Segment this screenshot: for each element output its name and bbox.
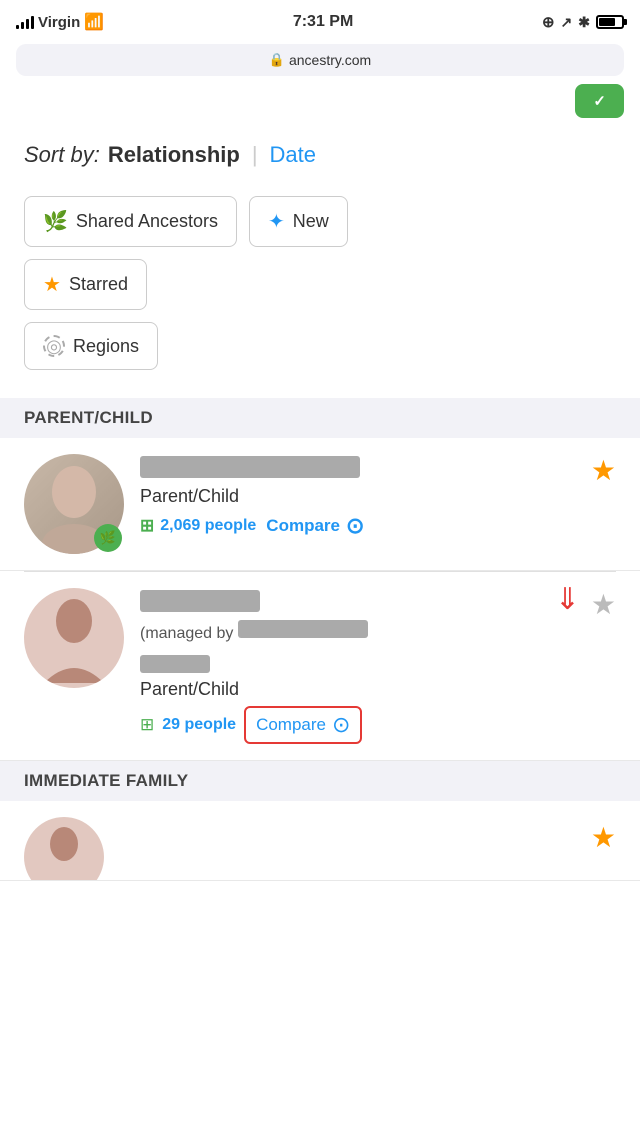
lock-icon: 🔒 <box>269 52 285 68</box>
top-green-button[interactable]: ✓ <box>575 84 624 118</box>
star-area-3: ★ <box>591 821 616 854</box>
sort-divider: | <box>252 142 258 168</box>
shared-icon-2: ⊞ <box>140 715 154 735</box>
people-count-1: 2,069 people <box>160 517 256 535</box>
section-header-immediate-family: IMMEDIATE FAMILY <box>0 761 640 801</box>
top-button-area: ✓ <box>0 84 640 126</box>
star-button-2[interactable]: ★ <box>591 588 616 621</box>
url-text: ancestry.com <box>289 52 371 68</box>
down-arrow-area: ⇓ <box>555 582 580 617</box>
star-button-1[interactable]: ★ <box>591 454 616 487</box>
sort-active[interactable]: Relationship <box>108 142 240 168</box>
leaf-icon: 🌿 <box>43 209 68 234</box>
status-left: Virgin 📶 <box>16 12 104 32</box>
match-name-1-redacted <box>140 456 360 478</box>
signal-bars <box>16 15 34 29</box>
bluetooth-icon: ✱ <box>578 14 590 31</box>
filter-new[interactable]: ✦ New <box>249 196 348 247</box>
manager-name-redacted <box>238 620 368 638</box>
filter-regions-label: Regions <box>73 336 139 357</box>
compare-circle-icon-2: ⊙ <box>332 712 350 738</box>
time-display: 7:31 PM <box>293 13 353 31</box>
managed-by-text: (managed by <box>140 620 616 643</box>
location-icon: ⊕ <box>542 13 555 31</box>
match-relationship-1: Parent/Child <box>140 486 616 507</box>
download-arrow-icon: ⇓ <box>555 583 580 616</box>
status-bar: Virgin 📶 7:31 PM ⊕ ↗ ✱ <box>0 0 640 44</box>
compare-highlight-box: Compare ⊙ <box>244 706 362 744</box>
people-count-2: 29 people <box>162 716 236 734</box>
avatar-2 <box>24 588 124 688</box>
avatar-wrap-2 <box>24 588 124 688</box>
sort-bar: Sort by: Relationship | Date <box>0 126 640 184</box>
match-info-2: (managed by Parent/Child ⊞ 29 people Com… <box>140 588 616 744</box>
wifi-icon: 📶 <box>84 12 104 32</box>
filter-starred[interactable]: ★ Starred <box>24 259 147 310</box>
filter-row-2: ★ Starred <box>24 259 616 310</box>
silhouette-3 <box>37 822 92 881</box>
shared-icon-1: ⊞ <box>140 516 154 536</box>
match-item-3-preview: ★ <box>0 801 640 881</box>
compare-circle-icon-1: ⊙ <box>346 513 364 539</box>
battery-fill <box>599 18 615 26</box>
filter-row-3: ◎ Regions <box>24 322 616 370</box>
star-filter-icon: ★ <box>43 272 61 297</box>
match-item-1: 🌿 Parent/Child ⊞ 2,069 people Compare ⊙ … <box>0 438 640 571</box>
silhouette-2 <box>39 593 109 683</box>
filter-area: 🌿 Shared Ancestors ✦ New ★ Starred ◎ Reg… <box>0 184 640 398</box>
globe-icon: ◎ <box>43 335 65 357</box>
match-item-2: (managed by Parent/Child ⊞ 29 people Com… <box>0 572 640 761</box>
carrier-label: Virgin <box>38 14 80 31</box>
sort-date-link[interactable]: Date <box>270 142 316 168</box>
filter-row-1: 🌿 Shared Ancestors ✦ New <box>24 196 616 247</box>
filter-shared-ancestors[interactable]: 🌿 Shared Ancestors <box>24 196 237 247</box>
match-people-1: ⊞ 2,069 people Compare ⊙ <box>140 513 616 539</box>
dna-icon: ✦ <box>268 209 285 234</box>
compare-link-1[interactable]: Compare <box>266 516 340 536</box>
bar2 <box>21 22 24 29</box>
match-actions-2: ⊞ 29 people Compare ⊙ <box>140 706 616 744</box>
bar1 <box>16 25 19 29</box>
filter-regions[interactable]: ◎ Regions <box>24 322 158 370</box>
leaf-badge-icon: 🌿 <box>100 530 116 546</box>
match-info-1: Parent/Child ⊞ 2,069 people Compare ⊙ <box>140 454 616 541</box>
avatar-wrap-1: 🌿 <box>24 454 124 554</box>
avatar-badge-1: 🌿 <box>94 524 122 552</box>
avatar-3 <box>24 817 104 881</box>
filter-starred-label: Starred <box>69 274 128 295</box>
compare-link-2[interactable]: Compare <box>256 715 326 735</box>
match-name-2-redacted <box>140 590 260 612</box>
star-button-3[interactable]: ★ <box>591 822 616 853</box>
manager-name-2-redacted <box>140 655 210 673</box>
filter-shared-ancestors-label: Shared Ancestors <box>76 211 218 232</box>
battery-icon <box>596 15 624 29</box>
section-header-parent-child: PARENT/CHILD <box>0 398 640 438</box>
sort-label: Sort by: <box>24 142 100 168</box>
status-right: ⊕ ↗ ✱ <box>542 13 624 31</box>
filter-new-label: New <box>293 211 329 232</box>
match-relationship-2: Parent/Child <box>140 679 616 700</box>
arrow-icon: ↗ <box>561 14 573 31</box>
bar3 <box>26 19 29 29</box>
avatar-wrap-3 <box>24 817 104 881</box>
bar4 <box>31 16 34 29</box>
url-bar[interactable]: 🔒 ancestry.com <box>16 44 624 76</box>
